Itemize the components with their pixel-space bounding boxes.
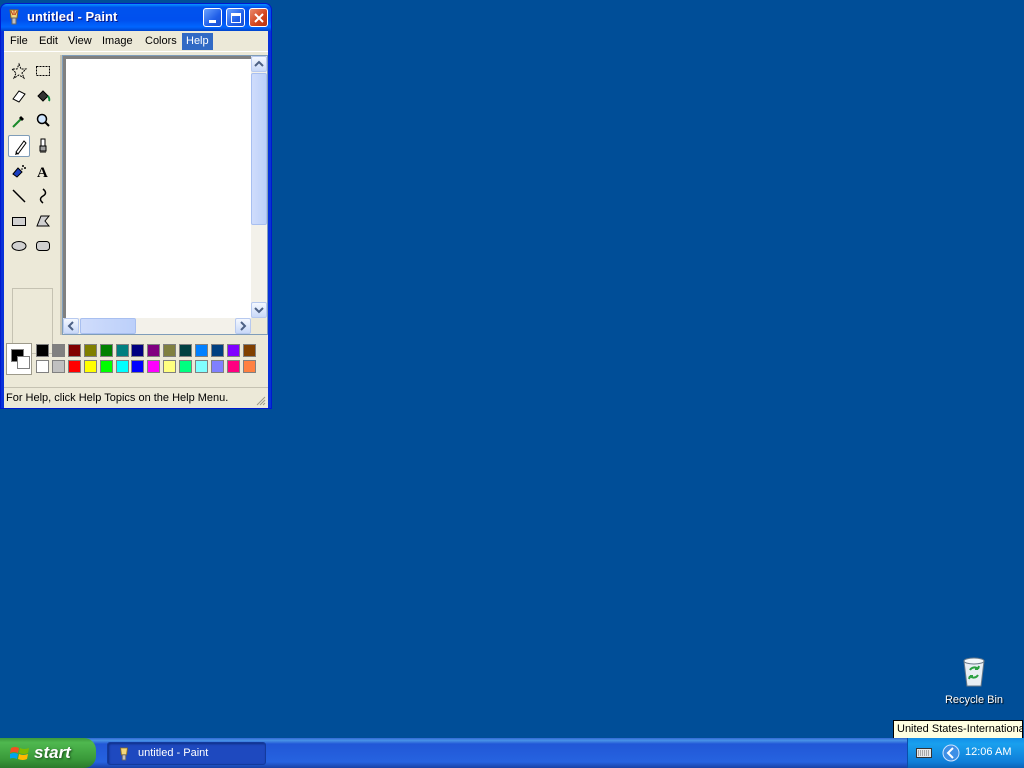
vertical-scrollbar[interactable] <box>251 56 267 318</box>
scroll-up-button[interactable] <box>251 56 267 72</box>
recycle-bin[interactable]: Recycle Bin <box>940 655 1008 711</box>
palette-swatch[interactable] <box>226 360 240 373</box>
palette-swatch[interactable] <box>115 360 129 373</box>
palette-swatch[interactable] <box>51 344 65 357</box>
chevron-right-icon <box>240 321 247 331</box>
palette-swatch[interactable] <box>131 360 145 373</box>
curve-icon[interactable] <box>32 185 54 207</box>
palette-swatch[interactable] <box>147 344 161 357</box>
palette-swatch[interactable] <box>210 344 224 357</box>
start-label: start <box>34 743 71 762</box>
minimize-button[interactable] <box>203 8 222 27</box>
paint-icon[interactable] <box>7 9 21 25</box>
palette-swatch[interactable] <box>147 360 161 373</box>
palette-swatch[interactable] <box>67 360 81 373</box>
background-color <box>17 356 30 369</box>
palette-swatch[interactable] <box>179 360 193 373</box>
start-button[interactable]: start <box>0 738 96 768</box>
palette-swatch[interactable] <box>163 344 177 357</box>
eraser-icon[interactable] <box>8 85 30 107</box>
horizontal-scroll-thumb[interactable] <box>80 318 136 334</box>
palette-swatch[interactable] <box>163 360 177 373</box>
paint-window: untitled - Paint File Edit View Image Co… <box>0 3 272 409</box>
chevron-down-icon <box>254 307 264 314</box>
scroll-corner <box>251 318 267 334</box>
menu-edit[interactable]: Edit <box>35 33 62 50</box>
menu-colors[interactable]: Colors <box>141 33 181 50</box>
chevron-left-icon <box>67 321 74 331</box>
window-client: File Edit View Image Colors Help A For H… <box>4 31 268 408</box>
free-form-select-icon[interactable] <box>8 60 30 82</box>
text-icon[interactable]: A <box>32 160 54 182</box>
scroll-right-button[interactable] <box>235 318 251 334</box>
taskbar-task-paint[interactable]: untitled - Paint <box>107 742 266 765</box>
toolbox: A <box>4 55 60 354</box>
title-bar[interactable]: untitled - Paint <box>1 4 271 31</box>
drawing-canvas[interactable] <box>66 59 252 318</box>
windows-logo-icon <box>10 747 29 760</box>
recycle-bin-icon <box>963 657 985 687</box>
scroll-down-button[interactable] <box>251 302 267 318</box>
magnifier-icon[interactable] <box>32 110 54 132</box>
window-title: untitled - Paint <box>27 9 118 24</box>
language-tooltip: United States-International <box>893 720 1023 739</box>
palette-swatch[interactable] <box>83 360 97 373</box>
paint-icon <box>120 747 128 761</box>
polygon-icon[interactable] <box>32 210 54 232</box>
maximize-button[interactable] <box>226 8 245 27</box>
pencil-icon[interactable] <box>8 135 30 157</box>
select-icon[interactable] <box>32 60 54 82</box>
menu-help[interactable]: Help <box>182 33 213 50</box>
palette-swatch[interactable] <box>36 344 49 357</box>
palette-swatch[interactable] <box>242 344 256 357</box>
brush-icon[interactable] <box>32 135 54 157</box>
canvas-area <box>62 55 268 335</box>
horizontal-scrollbar[interactable] <box>63 318 251 334</box>
palette-swatch[interactable] <box>67 344 81 357</box>
menu-file[interactable]: File <box>6 33 32 50</box>
line-icon[interactable] <box>8 185 30 207</box>
vertical-scroll-thumb[interactable] <box>251 73 267 225</box>
scroll-left-button[interactable] <box>63 318 79 334</box>
chevron-up-icon <box>254 60 264 67</box>
recycle-bin-label: Recycle Bin <box>944 694 1004 706</box>
palette-swatch[interactable] <box>195 344 208 357</box>
palette-swatch[interactable] <box>99 344 113 357</box>
close-button[interactable] <box>249 8 268 27</box>
rounded-rectangle-icon[interactable] <box>32 235 54 257</box>
fill-with-color-icon[interactable] <box>32 85 54 107</box>
color-box <box>4 339 268 385</box>
palette-swatch[interactable] <box>179 344 193 357</box>
clock: 12:06 AM <box>965 746 1012 758</box>
palette-swatch[interactable] <box>226 344 240 357</box>
palette-swatch[interactable] <box>210 360 224 373</box>
keyboard-icon[interactable] <box>916 747 932 759</box>
ellipse-icon[interactable] <box>8 235 30 257</box>
current-colors[interactable] <box>6 343 32 375</box>
menu-bar: File Edit View Image Colors Help <box>4 31 268 52</box>
status-text: For Help, click Help Topics on the Help … <box>6 392 229 404</box>
system-tray: 12:06 AM <box>907 738 1024 768</box>
svg-text:A: A <box>37 165 48 180</box>
menu-image[interactable]: Image <box>98 33 137 50</box>
rectangle-icon[interactable] <box>8 210 30 232</box>
palette-swatch[interactable] <box>51 360 65 373</box>
palette-swatch[interactable] <box>83 344 97 357</box>
airbrush-icon[interactable] <box>8 160 30 182</box>
palette-swatch[interactable] <box>242 360 256 373</box>
pick-color-icon[interactable] <box>8 110 30 132</box>
taskbar-task-label: untitled - Paint <box>138 747 209 759</box>
palette-swatch[interactable] <box>36 360 49 373</box>
status-bar: For Help, click Help Topics on the Help … <box>4 387 268 408</box>
palette-swatch[interactable] <box>115 344 129 357</box>
palette-swatch[interactable] <box>195 360 208 373</box>
menu-view[interactable]: View <box>64 33 96 50</box>
taskbar: start untitled - Paint 12:06 AM <box>0 738 1024 768</box>
size-grip-icon[interactable] <box>256 396 266 406</box>
palette-swatch[interactable] <box>131 344 145 357</box>
tray-expand-icon[interactable] <box>941 743 961 763</box>
palette-swatch[interactable] <box>99 360 113 373</box>
